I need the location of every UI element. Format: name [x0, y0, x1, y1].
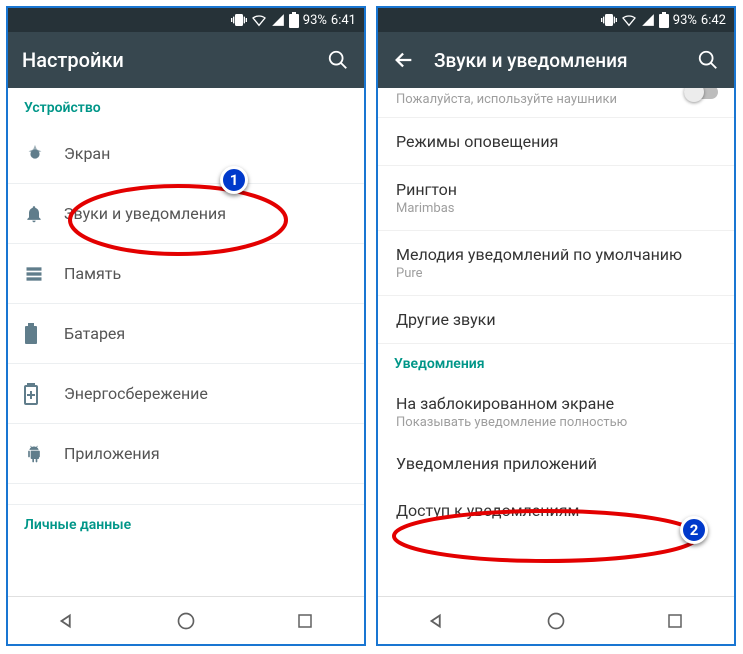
row-ringtone[interactable]: Рингтон Marimbas: [378, 166, 734, 231]
phone-left: 93% 6:41 Настройки Устройство Экран Звук…: [6, 6, 366, 646]
recents-button[interactable]: [293, 609, 317, 633]
row-label: Другие звуки: [396, 310, 716, 329]
sound-settings-list: Пожалуйста, используйте наушники Режимы …: [378, 88, 734, 596]
row-label: Уведомления приложений: [396, 454, 716, 473]
page-title: Настройки: [22, 48, 308, 72]
nav-bar: [378, 596, 734, 644]
badge-1: 1: [220, 166, 248, 194]
bell-icon: [24, 204, 64, 224]
row-label: Экран: [64, 144, 348, 163]
row-notif-sound[interactable]: Мелодия уведомлений по умолчанию Pure: [378, 231, 734, 296]
row-label: Режимы оповещения: [396, 132, 716, 151]
battery-saver-icon: [24, 383, 64, 405]
row-display[interactable]: Экран: [8, 124, 364, 184]
nav-bar: [8, 596, 364, 644]
badge-2: 2: [680, 516, 708, 544]
back-arrow-button[interactable]: [392, 48, 416, 72]
status-bar: 93% 6:42: [378, 8, 734, 32]
battery-icon: [659, 12, 669, 28]
home-button[interactable]: [544, 609, 568, 633]
section-device: Устройство: [8, 88, 364, 124]
row-lockscreen[interactable]: На заблокированном экране Показывать уве…: [378, 380, 734, 440]
storage-icon: [24, 264, 64, 284]
row-battery[interactable]: Батарея: [8, 304, 364, 364]
row-alert-modes[interactable]: Режимы оповещения: [378, 118, 734, 166]
back-button[interactable]: [55, 609, 79, 633]
row-label: Рингтон: [396, 180, 716, 199]
brightness-icon: [24, 143, 64, 165]
row-app-notifications[interactable]: Уведомления приложений: [378, 440, 734, 487]
row-powersave[interactable]: Энергосбережение: [8, 364, 364, 424]
settings-list: Устройство Экран Звуки и уведомления Пам…: [8, 88, 364, 596]
recents-button[interactable]: [663, 609, 687, 633]
wifi-icon: [621, 12, 637, 28]
battery-percent: 93%: [673, 13, 697, 28]
row-label: Батарея: [64, 324, 348, 343]
row-apps[interactable]: Приложения: [8, 424, 364, 484]
signal-icon: [271, 13, 285, 27]
row-sub: Pure: [396, 266, 716, 281]
section-personal: Личные данные: [8, 504, 364, 541]
partial-sub: Пожалуйста, используйте наушники: [396, 92, 716, 107]
signal-icon: [641, 13, 655, 27]
row-label: Энергосбережение: [64, 384, 348, 403]
app-bar: Звуки и уведомления: [378, 32, 734, 88]
home-button[interactable]: [174, 609, 198, 633]
search-button[interactable]: [696, 48, 720, 72]
android-icon: [24, 444, 64, 464]
battery-icon: [24, 323, 64, 345]
clock: 6:42: [701, 13, 726, 28]
page-title: Звуки и уведомления: [434, 49, 678, 72]
back-button[interactable]: [425, 609, 449, 633]
vibrate-icon: [601, 12, 617, 28]
app-bar: Настройки: [8, 32, 364, 88]
battery-icon: [289, 12, 299, 28]
row-label: На заблокированном экране: [396, 394, 716, 413]
section-notifications: Уведомления: [378, 344, 734, 380]
row-label: Приложения: [64, 444, 348, 463]
partial-row[interactable]: Пожалуйста, используйте наушники: [378, 88, 734, 118]
wifi-icon: [251, 12, 267, 28]
row-label: Звуки и уведомления: [64, 204, 348, 223]
row-label: Доступ к уведомлениям: [396, 501, 716, 520]
vibrate-icon: [231, 12, 247, 28]
battery-percent: 93%: [303, 13, 327, 28]
status-bar: 93% 6:41: [8, 8, 364, 32]
row-sub: Показывать уведомление полностью: [396, 415, 716, 430]
toggle-switch[interactable]: [684, 88, 718, 102]
row-sound[interactable]: Звуки и уведомления: [8, 184, 364, 244]
search-button[interactable]: [326, 48, 350, 72]
row-sub: Marimbas: [396, 201, 716, 216]
row-other-sounds[interactable]: Другие звуки: [378, 296, 734, 344]
row-label: Память: [64, 264, 348, 283]
clock: 6:41: [331, 13, 356, 28]
phone-right: 93% 6:42 Звуки и уведомления Пожалуйста,…: [376, 6, 736, 646]
row-label: Мелодия уведомлений по умолчанию: [396, 245, 716, 264]
row-storage[interactable]: Память: [8, 244, 364, 304]
